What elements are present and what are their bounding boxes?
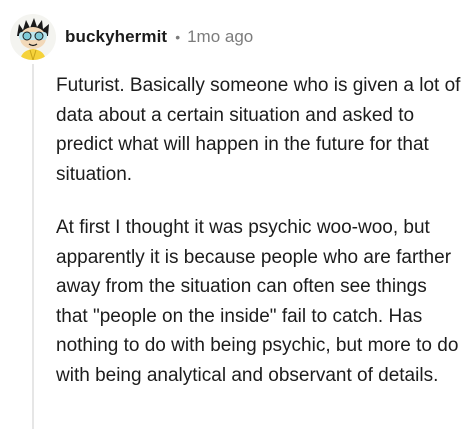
comment: buckyhermit • 1mo ago Futurist. Basicall…	[0, 0, 466, 429]
thread-line[interactable]	[32, 64, 34, 429]
separator-dot: •	[175, 29, 181, 45]
timestamp[interactable]: 1mo ago	[187, 27, 253, 47]
user-avatar[interactable]	[10, 14, 56, 60]
comment-body: Futurist. Basically someone who is given…	[56, 71, 461, 390]
comment-paragraph: At first I thought it was psychic woo-wo…	[56, 217, 459, 386]
comment-header: buckyhermit • 1mo ago	[10, 14, 253, 60]
username-link[interactable]: buckyhermit	[65, 27, 167, 47]
comment-paragraph: Futurist. Basically someone who is given…	[56, 75, 461, 185]
avatar-icon	[10, 14, 56, 60]
